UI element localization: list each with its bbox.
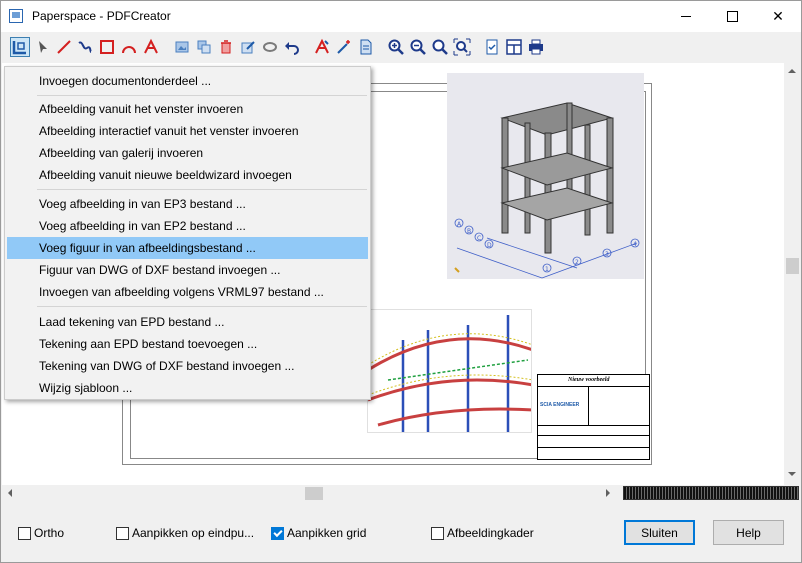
zoom-out-icon[interactable] — [408, 37, 428, 57]
grid-label-c: C — [477, 235, 481, 242]
horizontal-scroll-thumb[interactable] — [305, 487, 323, 500]
ortho-label: Ortho — [34, 526, 65, 540]
checklist-icon[interactable] — [482, 37, 502, 57]
menu-item-vrml97[interactable]: Invoegen van afbeelding volgens VRML97 b… — [7, 281, 368, 303]
scia-logo: SCIA ENGINEER — [540, 402, 580, 408]
progress-indicator — [623, 486, 799, 500]
vertical-scroll-thumb[interactable] — [786, 258, 799, 274]
text-style-icon[interactable] — [312, 37, 332, 57]
app-icon — [9, 9, 23, 23]
zoom-all-icon[interactable] — [430, 37, 450, 57]
menu-item-image-wizard[interactable]: Afbeelding vanuit nieuwe beeldwizard inv… — [7, 164, 368, 186]
close-button[interactable]: Sluiten — [624, 520, 695, 545]
menu-item-dwg-dxf-drawing[interactable]: Tekening van DWG of DXF bestand invoegen… — [7, 355, 368, 377]
grid-label-d: D — [487, 242, 492, 249]
menu-item-ep2[interactable]: Voeg afbeelding in van EP2 bestand ... — [7, 215, 368, 237]
text-icon[interactable] — [141, 37, 161, 57]
toolbar — [1, 32, 801, 62]
maximize-button[interactable] — [709, 1, 755, 32]
scroll-left-icon[interactable] — [8, 489, 12, 497]
menu-item-change-template[interactable]: Wijzig sjabloon ... — [7, 377, 368, 399]
grid-label-1: 1 — [545, 266, 549, 273]
menu-item-image-interactive[interactable]: Afbeelding interactief vanuit het venste… — [7, 120, 368, 142]
image-frame-label: Afbeeldingkader — [447, 526, 534, 540]
insert-layout-icon[interactable] — [10, 37, 30, 57]
menu-item-image-from-window[interactable]: Afbeelding vanuit het venster invoeren — [7, 98, 368, 120]
menu-separator — [37, 95, 367, 96]
menu-separator — [37, 306, 367, 307]
snap-endpoint-box[interactable] — [116, 526, 129, 540]
minimize-button[interactable] — [663, 1, 709, 32]
window-title: Paperspace - PDFCreator — [32, 9, 171, 23]
grid-label-2: 2 — [575, 259, 579, 266]
snap-endpoint-checkbox[interactable]: Aanpikken op eindpu... — [116, 526, 254, 540]
horizontal-scrollbar[interactable] — [2, 485, 618, 502]
title-block: Nieuw voorbeeld SCIA ENGINEER — [537, 374, 650, 460]
insert-menu: Invoegen documentonderdeel ... Afbeeldin… — [4, 66, 371, 400]
menu-item-load-epd[interactable]: Laad tekening van EPD bestand ... — [7, 311, 368, 333]
picture-icon[interactable] — [172, 37, 192, 57]
ortho-box[interactable] — [18, 526, 31, 540]
help-button[interactable]: Help — [713, 520, 784, 545]
snap-endpoint-label: Aanpikken op eindpu... — [132, 526, 255, 540]
menu-item-dwg-dxf-figure[interactable]: Figuur van DWG of DXF bestand invoegen .… — [7, 259, 368, 281]
scroll-up-icon[interactable] — [788, 69, 796, 73]
menu-item-image-gallery[interactable]: Afbeelding van galerij invoeren — [7, 142, 368, 164]
menu-item-image-file[interactable]: Voeg figuur in van afbeeldingsbestand ..… — [7, 237, 368, 259]
scroll-down-icon[interactable] — [788, 472, 796, 476]
image-frame-checkbox[interactable]: Afbeeldingkader — [431, 526, 534, 540]
vertical-scrollbar[interactable] — [784, 63, 801, 485]
layout-icon[interactable] — [504, 37, 524, 57]
line-icon[interactable] — [54, 37, 74, 57]
print-icon[interactable] — [526, 37, 546, 57]
zoom-in-icon[interactable] — [386, 37, 406, 57]
pointer-icon[interactable] — [33, 37, 53, 57]
close-window-button[interactable]: ✕ — [755, 1, 801, 32]
menu-item-insert-document-part[interactable]: Invoegen documentonderdeel ... — [7, 70, 368, 92]
polyline-icon[interactable] — [75, 37, 95, 57]
undo-icon[interactable] — [282, 37, 302, 57]
menu-item-add-epd[interactable]: Tekening aan EPD bestand toevoegen ... — [7, 333, 368, 355]
rotate-icon[interactable] — [260, 37, 280, 57]
structure-3d-picture[interactable]: A B C D 1 2 3 4 — [447, 73, 644, 279]
document-icon[interactable] — [356, 37, 376, 57]
image-frame-box[interactable] — [431, 526, 444, 540]
title-bar: Paperspace - PDFCreator ✕ — [1, 1, 801, 32]
grid-label-3: 3 — [605, 251, 609, 258]
pdfcreator-window: Paperspace - PDFCreator ✕ A B C D 1 2 3 … — [0, 0, 802, 563]
ortho-checkbox[interactable]: Ortho — [18, 526, 64, 540]
magic-wand-icon[interactable] — [334, 37, 354, 57]
analysis-result-picture[interactable] — [367, 309, 532, 433]
snap-grid-box[interactable] — [271, 526, 284, 540]
copy-icon[interactable] — [194, 37, 214, 57]
title-block-title: Nieuw voorbeeld — [568, 377, 610, 383]
menu-item-ep3[interactable]: Voeg afbeelding in van EP3 bestand ... — [7, 193, 368, 215]
grid-label-a: A — [457, 221, 462, 228]
snap-grid-label: Aanpikken grid — [287, 526, 367, 540]
grid-label-4: 4 — [633, 241, 637, 248]
grid-label-b: B — [467, 228, 471, 235]
rectangle-icon[interactable] — [97, 37, 117, 57]
edit-icon[interactable] — [238, 37, 258, 57]
snap-grid-checkbox[interactable]: Aanpikken grid — [271, 526, 366, 540]
arc-icon[interactable] — [119, 37, 139, 57]
zoom-window-icon[interactable] — [452, 37, 472, 57]
delete-icon[interactable] — [216, 37, 236, 57]
scroll-right-icon[interactable] — [606, 489, 610, 497]
menu-separator — [37, 189, 367, 190]
